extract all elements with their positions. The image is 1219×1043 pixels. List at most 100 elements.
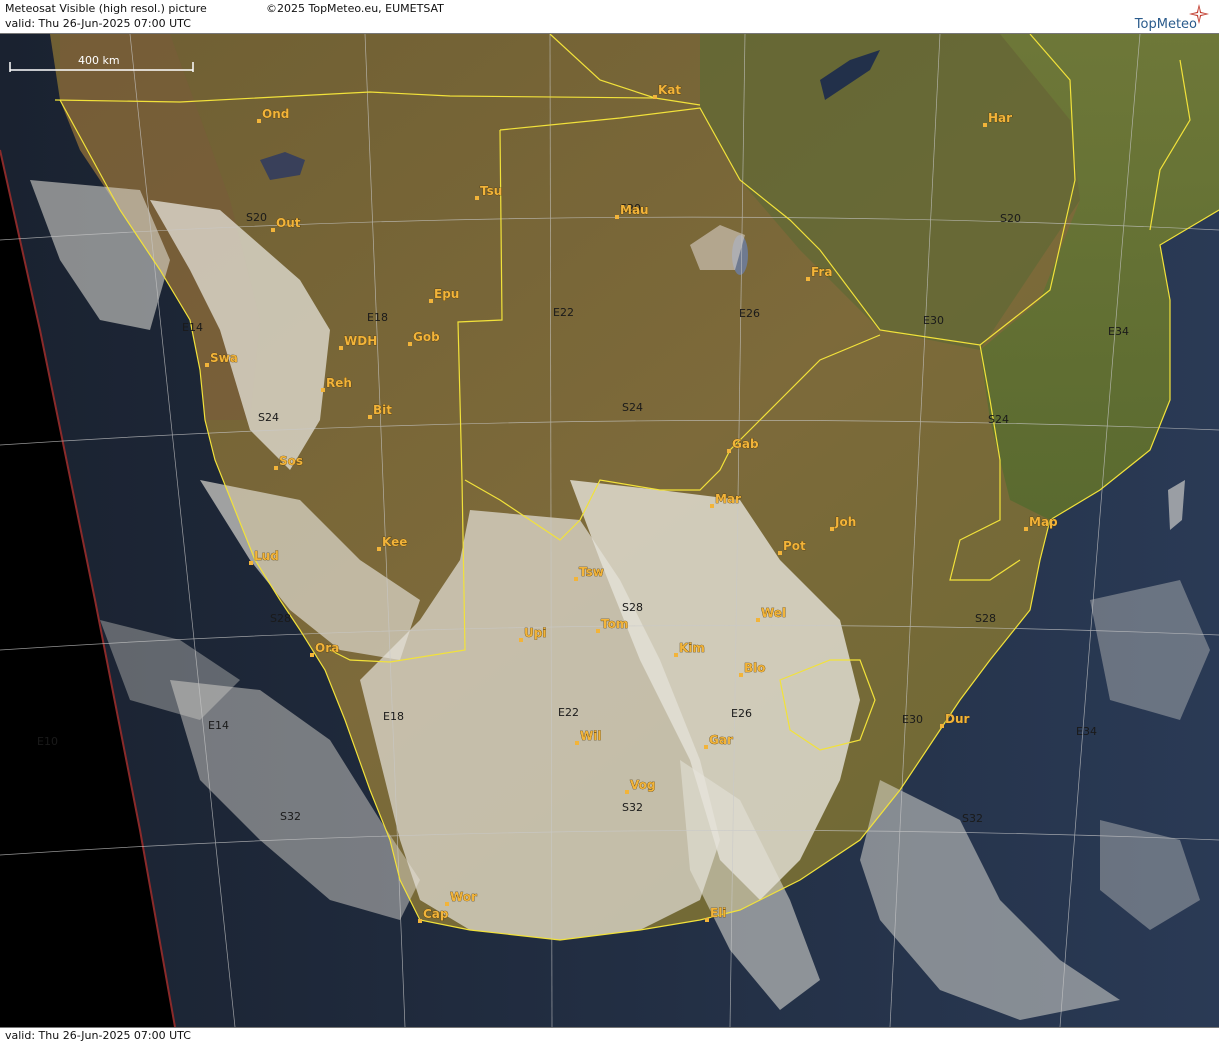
city-marker	[368, 415, 372, 419]
city-marker	[806, 277, 810, 281]
city-marker	[205, 363, 209, 367]
grid-label: E30	[923, 314, 944, 327]
city-label: Wil	[580, 729, 601, 743]
city-label: Tsw	[579, 565, 604, 579]
grid-label: S24	[622, 401, 643, 414]
grid-label: S32	[280, 810, 301, 823]
city-label: Fra	[811, 265, 832, 279]
city-marker	[710, 504, 714, 508]
city-label: Eli	[710, 906, 726, 920]
city-label: Dur	[945, 712, 970, 726]
city-label: Gab	[732, 437, 759, 451]
grid-label: S20	[246, 211, 267, 224]
city-marker	[1024, 527, 1028, 531]
city-marker	[674, 653, 678, 657]
city-label: Tom	[601, 617, 628, 631]
city-label: Upi	[524, 626, 546, 640]
image-title: Meteosat Visible (high resol.) picture	[5, 2, 207, 15]
valid-time-bottom: valid: Thu 26-Jun-2025 07:00 UTC	[5, 1029, 191, 1042]
grid-label: E30	[902, 713, 923, 726]
city-marker	[408, 342, 412, 346]
city-label: Mau	[620, 203, 649, 217]
city-label: Joh	[834, 515, 856, 529]
city-label: Gar	[709, 733, 733, 747]
topmeteo-logo[interactable]: TopMeteo	[1111, 4, 1211, 32]
grid-label: E22	[553, 306, 574, 319]
city-marker	[727, 449, 731, 453]
satellite-map[interactable]: 400 km S20 S20 S20 S24 S24 S24 S28 S28 S28 S32 S32…	[0, 34, 1219, 1027]
grid-label: E34	[1076, 725, 1097, 738]
star-icon	[1189, 4, 1209, 24]
city-marker	[756, 618, 760, 622]
city-label: Lud	[254, 549, 279, 563]
city-marker	[940, 724, 944, 728]
city-marker	[321, 388, 325, 392]
grid-label: S20	[1000, 212, 1021, 225]
satellite-image: 400 km S20S20S20S24S24S24S28S28S28S32S32…	[0, 34, 1219, 1027]
valid-time-top: valid: Thu 26-Jun-2025 07:00 UTC	[5, 17, 191, 30]
city-marker	[271, 228, 275, 232]
grid-label: E18	[383, 710, 404, 723]
copyright-text: ©2025 TopMeteo.eu, EUMETSAT	[266, 2, 444, 15]
grid-label: S24	[988, 413, 1009, 426]
city-label: Out	[276, 216, 301, 230]
city-marker	[377, 547, 381, 551]
city-label: Kee	[382, 535, 407, 549]
city-marker	[257, 119, 261, 123]
city-label: Mar	[715, 492, 741, 506]
city-label: Ond	[262, 107, 289, 121]
city-marker	[596, 629, 600, 633]
city-marker	[625, 790, 629, 794]
city-marker	[705, 918, 709, 922]
city-label: Reh	[326, 376, 352, 390]
city-label: Epu	[434, 287, 459, 301]
city-label: Sos	[279, 454, 303, 468]
city-marker	[445, 902, 449, 906]
city-label: Gob	[413, 330, 440, 344]
city-label: Wor	[450, 890, 477, 904]
footer-bar: valid: Thu 26-Jun-2025 07:00 UTC	[0, 1027, 1219, 1043]
city-label: Har	[988, 111, 1012, 125]
city-marker	[310, 653, 314, 657]
city-marker	[274, 466, 278, 470]
city-label: Pot	[783, 539, 806, 553]
city-label: Tsu	[480, 184, 502, 198]
city-marker	[418, 919, 422, 923]
city-label: Bit	[373, 403, 392, 417]
city-marker	[830, 527, 834, 531]
grid-label: S28	[622, 601, 643, 614]
city-marker	[615, 215, 619, 219]
city-label: WDH	[344, 334, 377, 348]
grid-label: S32	[622, 801, 643, 814]
grid-label: E34	[1108, 325, 1129, 338]
city-label: Cap	[423, 907, 449, 921]
city-marker	[575, 741, 579, 745]
city-label: Map	[1029, 515, 1058, 529]
brand-name: TopMeteo	[1134, 17, 1197, 32]
city-label: Blo	[744, 661, 766, 675]
city-label: Wel	[761, 606, 786, 620]
grid-label: S32	[962, 812, 983, 825]
grid-label: E10	[37, 735, 58, 748]
city-marker	[653, 95, 657, 99]
city-label: Kat	[658, 83, 681, 97]
grid-label: E22	[558, 706, 579, 719]
grid-label: E14	[182, 321, 203, 334]
city-marker	[519, 638, 523, 642]
grid-label: E26	[731, 707, 752, 720]
city-label: Ora	[315, 641, 339, 655]
grid-label: S28	[975, 612, 996, 625]
city-marker	[983, 123, 987, 127]
grid-label: E18	[367, 311, 388, 324]
city-marker	[339, 346, 343, 350]
grid-label: S24	[258, 411, 279, 424]
scale-label: 400 km	[78, 54, 120, 67]
city-marker	[739, 673, 743, 677]
city-label: Kim	[679, 641, 705, 655]
grid-label: E14	[208, 719, 229, 732]
city-marker	[704, 745, 708, 749]
city-marker	[249, 561, 253, 565]
city-marker	[778, 551, 782, 555]
grid-label: S28	[270, 612, 291, 625]
header-bar: Meteosat Visible (high resol.) picture ©…	[0, 0, 1219, 34]
